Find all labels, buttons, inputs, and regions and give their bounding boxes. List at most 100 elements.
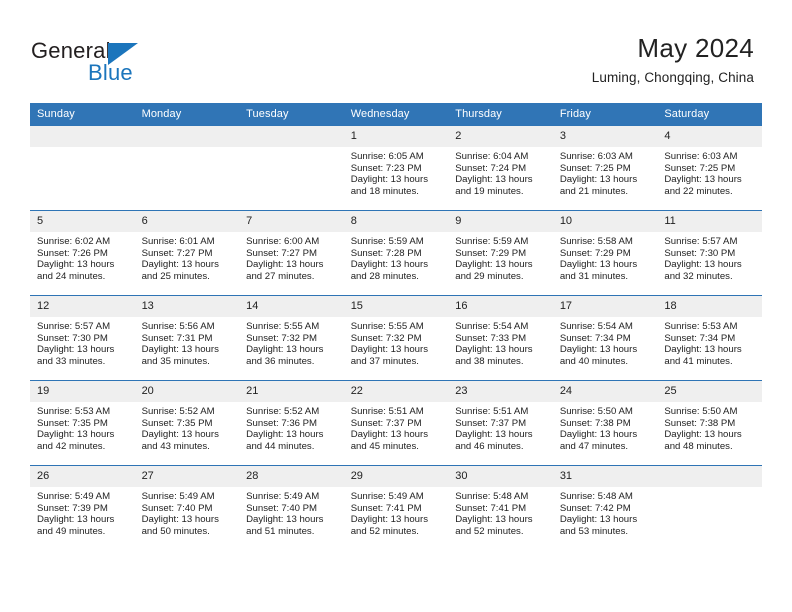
daylight-duration-line1: Daylight: 13 hours bbox=[350, 514, 429, 526]
logo-text-blue: Blue bbox=[88, 60, 133, 85]
weekday-header-friday: Friday bbox=[552, 103, 658, 126]
sunrise-time: Sunrise: 6:05 AM bbox=[350, 151, 424, 162]
sunset-time: Sunset: 7:24 PM bbox=[455, 162, 527, 174]
sunset-time: Sunset: 7:40 PM bbox=[246, 502, 318, 514]
calendar-day-cell[interactable]: 9 Sunrise: 5:59 AM Sunset: 7:29 PM Daylight… bbox=[448, 210, 553, 296]
sunset-time: Sunset: 7:30 PM bbox=[37, 332, 108, 344]
day-number: 18 bbox=[657, 296, 762, 317]
daylight-duration-line1: Daylight: 13 hours bbox=[350, 174, 429, 186]
sunset-time: Sunset: 7:32 PM bbox=[350, 332, 422, 344]
calendar-cell-empty bbox=[30, 125, 135, 211]
day-cell-content: 6 Sunrise: 6:01 AM Sunset: 7:27 PM Daylight… bbox=[134, 211, 240, 295]
sunrise-time: Sunrise: 5:58 AM bbox=[559, 236, 633, 247]
day-number: 14 bbox=[239, 296, 344, 317]
calendar-day-cell[interactable]: 12 Sunrise: 5:57 AM Sunset: 7:30 PM Dayligh… bbox=[30, 295, 135, 381]
day-sun-info: Sunrise: 5:55 AM Sunset: 7:32 PM Daylight:… bbox=[239, 317, 344, 367]
calendar-day-cell[interactable]: 25 Sunrise: 5:50 AM Sunset: 7:38 PM Dayligh… bbox=[657, 380, 762, 466]
day-sun-info: Sunrise: 6:05 AM Sunset: 7:23 PM Daylight:… bbox=[344, 147, 449, 197]
daylight-duration-line2: and 19 minutes. bbox=[455, 185, 524, 197]
calendar-day-cell[interactable]: 22 Sunrise: 5:51 AM Sunset: 7:37 PM Dayligh… bbox=[343, 380, 449, 466]
calendar-day-cell[interactable]: 5 Sunrise: 6:02 AM Sunset: 7:26 PM Daylight… bbox=[30, 210, 135, 296]
daylight-duration-line2: and 28 minutes. bbox=[350, 270, 419, 282]
sunrise-time: Sunrise: 5:49 AM bbox=[350, 491, 424, 502]
calendar-day-cell[interactable]: 7 Sunrise: 6:00 AM Sunset: 7:27 PM Daylight… bbox=[239, 210, 344, 296]
calendar-day-cell[interactable]: 24 Sunrise: 5:50 AM Sunset: 7:38 PM Dayligh… bbox=[552, 380, 658, 466]
sunset-time: Sunset: 7:37 PM bbox=[455, 417, 527, 429]
calendar-week-row: 5 Sunrise: 6:02 AM Sunset: 7:26 PM Daylight… bbox=[30, 210, 762, 296]
calendar-day-cell[interactable]: 6 Sunrise: 6:01 AM Sunset: 7:27 PM Daylight… bbox=[134, 210, 240, 296]
day-number: 24 bbox=[552, 381, 658, 402]
day-cell-content: 5 Sunrise: 6:02 AM Sunset: 7:26 PM Daylight… bbox=[30, 211, 135, 295]
daylight-duration-line2: and 50 minutes. bbox=[141, 525, 210, 537]
day-cell-content: 23 Sunrise: 5:51 AM Sunset: 7:37 PM Dayligh… bbox=[448, 381, 553, 465]
daylight-duration-line1: Daylight: 13 hours bbox=[246, 259, 324, 271]
day-sun-info: Sunrise: 5:50 AM Sunset: 7:38 PM Daylight:… bbox=[657, 402, 762, 452]
day-sun-info: Sunrise: 5:59 AM Sunset: 7:29 PM Daylight:… bbox=[448, 232, 553, 282]
calendar-day-cell[interactable]: 18 Sunrise: 5:53 AM Sunset: 7:34 PM Dayligh… bbox=[657, 295, 762, 381]
calendar-day-cell[interactable]: 26 Sunrise: 5:49 AM Sunset: 7:39 PM Dayligh… bbox=[30, 465, 135, 550]
sunset-time: Sunset: 7:32 PM bbox=[246, 332, 318, 344]
daylight-duration-line1: Daylight: 13 hours bbox=[664, 174, 742, 186]
calendar-day-cell[interactable]: 3 Sunrise: 6:03 AM Sunset: 7:25 PM Daylight… bbox=[552, 125, 658, 211]
calendar-day-cell[interactable]: 15 Sunrise: 5:55 AM Sunset: 7:32 PM Dayligh… bbox=[343, 295, 449, 381]
day-number: 31 bbox=[552, 466, 658, 487]
daylight-duration-line2: and 22 minutes. bbox=[664, 185, 733, 197]
daylight-duration-line1: Daylight: 13 hours bbox=[664, 344, 742, 356]
day-sun-info: Sunrise: 5:48 AM Sunset: 7:41 PM Daylight:… bbox=[448, 487, 553, 537]
calendar-day-cell[interactable]: 27 Sunrise: 5:49 AM Sunset: 7:40 PM Dayligh… bbox=[134, 465, 240, 550]
calendar-cell-empty bbox=[239, 125, 344, 211]
day-number: 11 bbox=[657, 211, 762, 232]
day-sun-info: Sunrise: 5:50 AM Sunset: 7:38 PM Daylight:… bbox=[553, 402, 658, 452]
calendar-week-row: 12 Sunrise: 5:57 AM Sunset: 7:30 PM Dayligh… bbox=[30, 295, 762, 381]
general-blue-logo[interactable]: General Blue bbox=[31, 38, 231, 88]
sunset-time: Sunset: 7:31 PM bbox=[141, 332, 213, 344]
calendar-day-cell[interactable]: 17 Sunrise: 5:54 AM Sunset: 7:34 PM Dayligh… bbox=[552, 295, 658, 381]
calendar-day-cell[interactable]: 11 Sunrise: 5:57 AM Sunset: 7:30 PM Dayligh… bbox=[657, 210, 762, 296]
sunrise-time: Sunrise: 6:03 AM bbox=[664, 151, 738, 162]
calendar-week-row: 19 Sunrise: 5:53 AM Sunset: 7:35 PM Dayligh… bbox=[30, 380, 762, 466]
weekday-header-wednesday: Wednesday bbox=[343, 103, 449, 126]
sunrise-time: Sunrise: 5:54 AM bbox=[559, 321, 633, 332]
daylight-duration-line2: and 51 minutes. bbox=[246, 525, 315, 537]
daylight-duration-line1: Daylight: 13 hours bbox=[455, 174, 533, 186]
calendar-day-cell[interactable]: 28 Sunrise: 5:49 AM Sunset: 7:40 PM Dayligh… bbox=[239, 465, 344, 550]
day-cell-content: 21 Sunrise: 5:52 AM Sunset: 7:36 PM Dayligh… bbox=[239, 381, 344, 465]
day-number: 23 bbox=[448, 381, 553, 402]
day-number bbox=[239, 126, 344, 147]
calendar-day-cell[interactable]: 8 Sunrise: 5:59 AM Sunset: 7:28 PM Daylight… bbox=[343, 210, 449, 296]
sunset-time: Sunset: 7:33 PM bbox=[455, 332, 527, 344]
daylight-duration-line2: and 49 minutes. bbox=[37, 525, 106, 537]
weekday-header-thursday: Thursday bbox=[448, 103, 553, 126]
calendar-day-cell[interactable]: 31 Sunrise: 5:48 AM Sunset: 7:42 PM Dayligh… bbox=[552, 465, 658, 550]
daylight-duration-line1: Daylight: 13 hours bbox=[141, 514, 219, 526]
calendar-day-cell[interactable]: 29 Sunrise: 5:49 AM Sunset: 7:41 PM Dayligh… bbox=[343, 465, 449, 550]
day-sun-info: Sunrise: 6:04 AM Sunset: 7:24 PM Daylight:… bbox=[448, 147, 553, 197]
calendar-day-cell[interactable]: 20 Sunrise: 5:52 AM Sunset: 7:35 PM Dayligh… bbox=[134, 380, 240, 466]
calendar-day-cell[interactable]: 2 Sunrise: 6:04 AM Sunset: 7:24 PM Daylight… bbox=[448, 125, 553, 211]
sunset-time: Sunset: 7:41 PM bbox=[350, 502, 422, 514]
calendar-day-cell[interactable]: 1 Sunrise: 6:05 AM Sunset: 7:23 PM Daylight… bbox=[343, 125, 449, 211]
sunrise-time: Sunrise: 5:49 AM bbox=[37, 491, 111, 502]
calendar-day-cell[interactable]: 14 Sunrise: 5:55 AM Sunset: 7:32 PM Dayligh… bbox=[239, 295, 344, 381]
sunset-time: Sunset: 7:26 PM bbox=[37, 247, 108, 259]
calendar-day-cell[interactable]: 10 Sunrise: 5:58 AM Sunset: 7:29 PM Dayligh… bbox=[552, 210, 658, 296]
calendar-day-cell[interactable]: 13 Sunrise: 5:56 AM Sunset: 7:31 PM Dayligh… bbox=[134, 295, 240, 381]
day-cell-content: 8 Sunrise: 5:59 AM Sunset: 7:28 PM Daylight… bbox=[343, 211, 449, 295]
day-cell-content: 28 Sunrise: 5:49 AM Sunset: 7:40 PM Dayligh… bbox=[239, 466, 344, 550]
calendar-day-cell[interactable]: 21 Sunrise: 5:52 AM Sunset: 7:36 PM Dayligh… bbox=[239, 380, 344, 466]
daylight-duration-line2: and 25 minutes. bbox=[141, 270, 210, 282]
day-number: 15 bbox=[343, 296, 449, 317]
day-sun-info: Sunrise: 5:57 AM Sunset: 7:30 PM Daylight:… bbox=[657, 232, 762, 282]
calendar-day-cell[interactable]: 4 Sunrise: 6:03 AM Sunset: 7:25 PM Daylight… bbox=[657, 125, 762, 211]
sunrise-time: Sunrise: 5:57 AM bbox=[664, 236, 738, 247]
calendar-day-cell[interactable]: 16 Sunrise: 5:54 AM Sunset: 7:33 PM Dayligh… bbox=[448, 295, 553, 381]
calendar-day-cell[interactable]: 23 Sunrise: 5:51 AM Sunset: 7:37 PM Dayligh… bbox=[448, 380, 553, 466]
day-cell-content: 9 Sunrise: 5:59 AM Sunset: 7:29 PM Daylight… bbox=[448, 211, 553, 295]
daylight-duration-line1: Daylight: 13 hours bbox=[37, 429, 115, 441]
sunrise-time: Sunrise: 5:57 AM bbox=[37, 321, 111, 332]
day-cell-content: 1 Sunrise: 6:05 AM Sunset: 7:23 PM Daylight… bbox=[343, 126, 449, 210]
calendar-day-cell[interactable]: 30 Sunrise: 5:48 AM Sunset: 7:41 PM Dayligh… bbox=[448, 465, 553, 550]
calendar-day-cell[interactable]: 19 Sunrise: 5:53 AM Sunset: 7:35 PM Dayligh… bbox=[30, 380, 135, 466]
sunrise-time: Sunrise: 6:00 AM bbox=[246, 236, 320, 247]
day-number: 12 bbox=[30, 296, 135, 317]
